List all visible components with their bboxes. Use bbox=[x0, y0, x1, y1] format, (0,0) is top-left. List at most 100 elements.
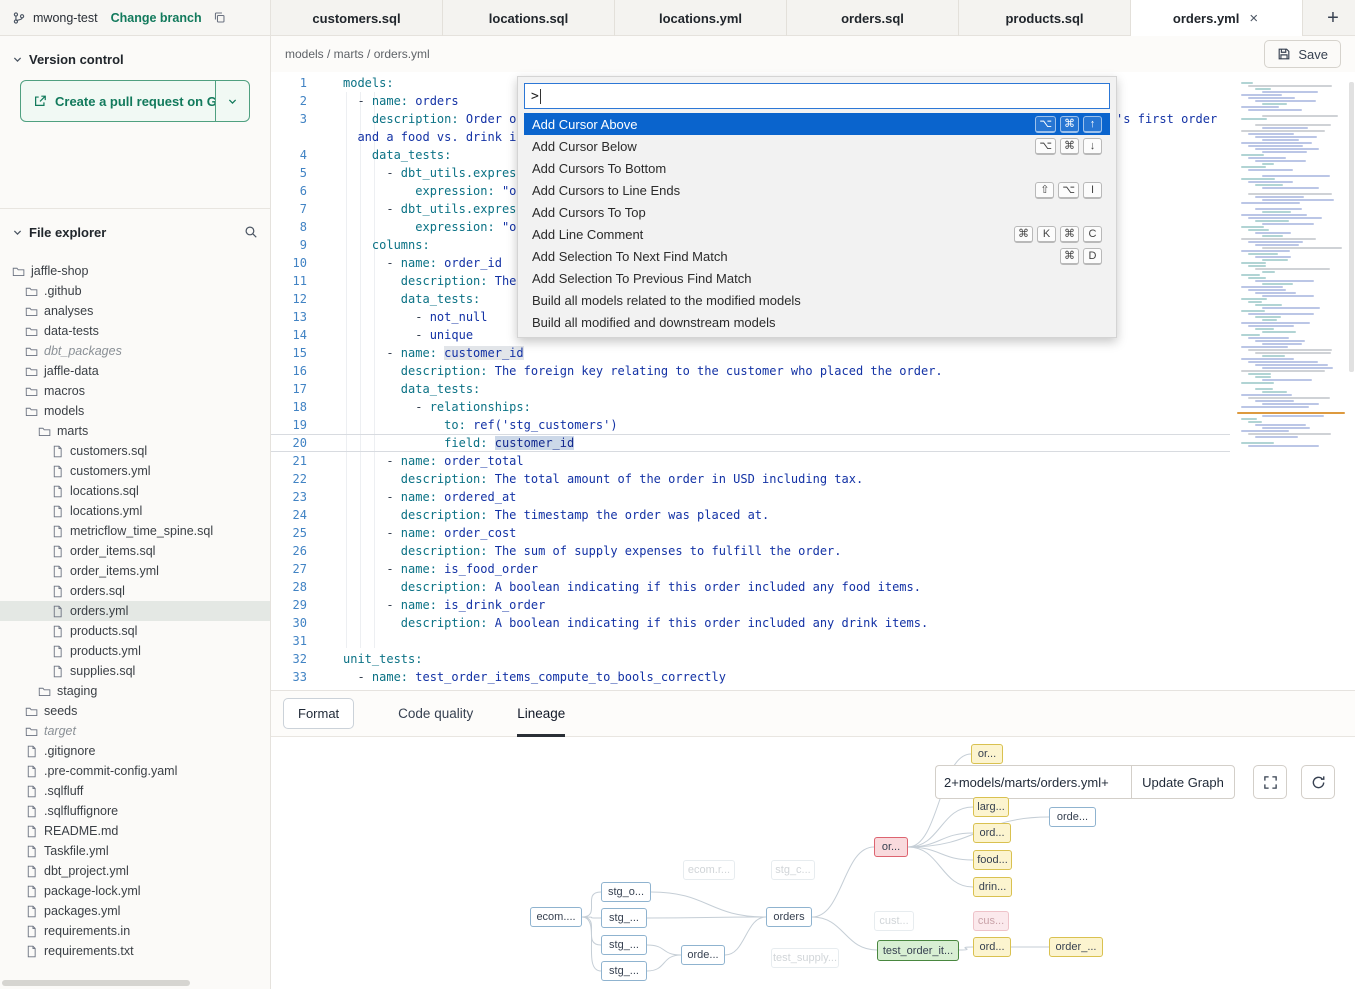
palette-item[interactable]: Add Cursors To Top bbox=[524, 201, 1110, 223]
copy-icon[interactable] bbox=[213, 11, 226, 24]
code-line[interactable]: 27 - name: is_food_order bbox=[271, 560, 1355, 578]
lineage-node-stg-c-[interactable]: stg_c... bbox=[771, 860, 815, 880]
code-line[interactable]: 25 - name: order_cost bbox=[271, 524, 1355, 542]
folder-item-data-tests[interactable]: data-tests bbox=[0, 321, 270, 341]
palette-item[interactable]: Add Cursors To Bottom bbox=[524, 157, 1110, 179]
create-pr-button[interactable]: Create a pull request on Git... bbox=[21, 81, 215, 121]
code-line[interactable]: 30 description: A boolean indicating if … bbox=[271, 614, 1355, 632]
file-item-Taskfile.yml[interactable]: Taskfile.yml bbox=[0, 841, 270, 861]
file-item-.pre-commit-config.yaml[interactable]: .pre-commit-config.yaml bbox=[0, 761, 270, 781]
lineage-node-ecom-r-[interactable]: ecom.r... bbox=[683, 860, 735, 880]
code-line[interactable]: 29 - name: is_drink_order bbox=[271, 596, 1355, 614]
command-palette-input[interactable]: > bbox=[524, 83, 1110, 109]
lineage-node-cust-[interactable]: cust... bbox=[874, 911, 914, 931]
new-tab-button[interactable]: + bbox=[1315, 0, 1351, 36]
file-item-order_items.sql[interactable]: order_items.sql bbox=[0, 541, 270, 561]
palette-item[interactable]: Build all models related to the modified… bbox=[524, 289, 1110, 311]
file-item-requirements.in[interactable]: requirements.in bbox=[0, 921, 270, 941]
file-item-products.sql[interactable]: products.sql bbox=[0, 621, 270, 641]
palette-item[interactable]: Add Cursor Above⌥⌘↑ bbox=[524, 113, 1110, 135]
folder-item-seeds[interactable]: seeds bbox=[0, 701, 270, 721]
file-item-locations.yml[interactable]: locations.yml bbox=[0, 501, 270, 521]
file-item-.sqlfluffignore[interactable]: .sqlfluffignore bbox=[0, 801, 270, 821]
file-item-orders.yml[interactable]: orders.yml bbox=[0, 601, 270, 621]
palette-item[interactable]: Add Selection To Next Find Match⌘D bbox=[524, 245, 1110, 267]
save-button[interactable]: Save bbox=[1264, 40, 1341, 68]
version-control-header[interactable]: Version control bbox=[0, 44, 270, 74]
code-line[interactable]: 17 data_tests: bbox=[271, 380, 1355, 398]
sidebar-horizontal-scrollbar[interactable] bbox=[2, 980, 190, 986]
tab-orders.yml[interactable]: orders.yml× bbox=[1131, 0, 1303, 36]
code-line[interactable]: 28 description: A boolean indicating if … bbox=[271, 578, 1355, 596]
lineage-node-stg-[interactable]: stg_... bbox=[601, 935, 647, 955]
folder-item-dbt_packages[interactable]: dbt_packages bbox=[0, 341, 270, 361]
lineage-node-ord-[interactable]: ord... bbox=[973, 937, 1011, 957]
lineage-node-larg-[interactable]: larg... bbox=[973, 797, 1009, 817]
palette-item[interactable]: Add Selection To Previous Find Match bbox=[524, 267, 1110, 289]
folder-item-target[interactable]: target bbox=[0, 721, 270, 741]
lineage-node-test-supply-[interactable]: test_supply... bbox=[771, 948, 839, 968]
lineage-node-stg-[interactable]: stg_... bbox=[601, 961, 647, 981]
lineage-node-orde-[interactable]: orde... bbox=[681, 945, 725, 965]
folder-item-jaffle-data[interactable]: jaffle-data bbox=[0, 361, 270, 381]
code-line[interactable]: 24 description: The timestamp the order … bbox=[271, 506, 1355, 524]
palette-item[interactable]: Add Cursors to Line Ends⇧⌥I bbox=[524, 179, 1110, 201]
file-item-README.md[interactable]: README.md bbox=[0, 821, 270, 841]
file-item-supplies.sql[interactable]: supplies.sql bbox=[0, 661, 270, 681]
file-item-package-lock.yml[interactable]: package-lock.yml bbox=[0, 881, 270, 901]
folder-item-marts[interactable]: marts bbox=[0, 421, 270, 441]
lineage-node-orders[interactable]: orders bbox=[766, 907, 812, 927]
lineage-node-or-[interactable]: or... bbox=[971, 744, 1003, 764]
lineage-node-test-order-it-[interactable]: test_order_it... bbox=[877, 940, 959, 961]
lineage-node-orde-[interactable]: orde... bbox=[1049, 807, 1096, 827]
code-line[interactable]: 15 - name: customer_id bbox=[271, 344, 1355, 362]
folder-item-.github[interactable]: .github bbox=[0, 281, 270, 301]
code-line[interactable]: 33 - name: test_order_items_compute_to_b… bbox=[271, 668, 1355, 686]
tab-code-quality[interactable]: Code quality bbox=[398, 691, 473, 737]
format-button[interactable]: Format bbox=[283, 698, 354, 729]
file-item-products.yml[interactable]: products.yml bbox=[0, 641, 270, 661]
refresh-button[interactable] bbox=[1301, 765, 1335, 799]
file-item-.gitignore[interactable]: .gitignore bbox=[0, 741, 270, 761]
code-line[interactable]: 21 - name: order_total bbox=[271, 452, 1355, 470]
file-item-customers.sql[interactable]: customers.sql bbox=[0, 441, 270, 461]
code-line[interactable]: 23 - name: ordered_at bbox=[271, 488, 1355, 506]
search-icon[interactable] bbox=[244, 225, 258, 239]
lineage-node-order-[interactable]: order_... bbox=[1049, 937, 1103, 957]
code-line[interactable]: 20 field: customer_id bbox=[271, 434, 1230, 452]
code-line[interactable]: 16 description: The foreign key relating… bbox=[271, 362, 1355, 380]
code-line[interactable]: 31 bbox=[271, 632, 1355, 650]
lineage-node-stg-o-[interactable]: stg_o... bbox=[601, 882, 651, 902]
lineage-node-stg-[interactable]: stg_... bbox=[601, 908, 647, 928]
lineage-node-cus-[interactable]: cus... bbox=[973, 911, 1009, 931]
lineage-node-drin-[interactable]: drin... bbox=[973, 877, 1012, 897]
file-item-order_items.yml[interactable]: order_items.yml bbox=[0, 561, 270, 581]
code-line[interactable]: 22 description: The total amount of the … bbox=[271, 470, 1355, 488]
tab-lineage[interactable]: Lineage bbox=[517, 691, 565, 737]
palette-item[interactable]: Add Cursor Below⌥⌘↓ bbox=[524, 135, 1110, 157]
tab-locations.sql[interactable]: locations.sql bbox=[443, 0, 615, 36]
tab-customers.sql[interactable]: customers.sql bbox=[271, 0, 443, 36]
editor-scrollbar[interactable] bbox=[1349, 82, 1354, 372]
folder-item-staging[interactable]: staging bbox=[0, 681, 270, 701]
code-line[interactable]: 18 - relationships: bbox=[271, 398, 1355, 416]
code-line[interactable]: 26 description: The sum of supply expens… bbox=[271, 542, 1355, 560]
folder-item-jaffle-shop[interactable]: jaffle-shop bbox=[0, 261, 270, 281]
code-line[interactable]: 19 to: ref('stg_customers') bbox=[271, 416, 1355, 434]
close-tab-icon[interactable]: × bbox=[1247, 10, 1260, 27]
fullscreen-button[interactable] bbox=[1253, 765, 1287, 799]
lineage-node-food-[interactable]: food... bbox=[973, 850, 1012, 870]
folder-item-macros[interactable]: macros bbox=[0, 381, 270, 401]
file-item-.sqlfluff[interactable]: .sqlfluff bbox=[0, 781, 270, 801]
minimap[interactable] bbox=[1237, 82, 1347, 502]
file-item-metricflow_time_spine.sql[interactable]: metricflow_time_spine.sql bbox=[0, 521, 270, 541]
update-graph-button[interactable]: Update Graph bbox=[1131, 765, 1235, 799]
file-item-requirements.txt[interactable]: requirements.txt bbox=[0, 941, 270, 961]
lineage-node-ecom-[interactable]: ecom.... bbox=[530, 907, 582, 927]
tab-locations.yml[interactable]: locations.yml bbox=[615, 0, 787, 36]
file-item-packages.yml[interactable]: packages.yml bbox=[0, 901, 270, 921]
folder-item-models[interactable]: models bbox=[0, 401, 270, 421]
palette-item[interactable]: Build all modified and downstream models bbox=[524, 311, 1110, 333]
file-item-dbt_project.yml[interactable]: dbt_project.yml bbox=[0, 861, 270, 881]
lineage-node-ord-[interactable]: ord... bbox=[973, 823, 1011, 843]
